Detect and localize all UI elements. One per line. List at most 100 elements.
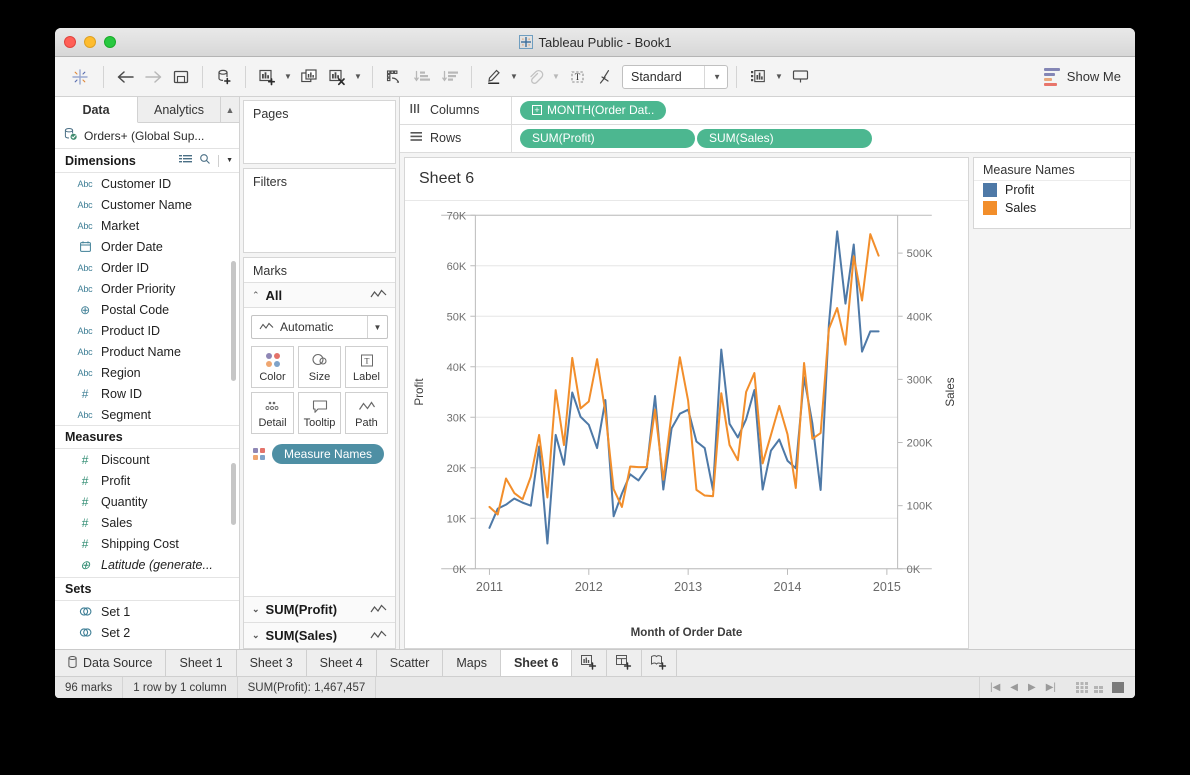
dimension-item[interactable]: AbcOrder Priority bbox=[55, 278, 239, 299]
forward-arrow-icon[interactable] bbox=[140, 64, 166, 90]
fix-axes-icon[interactable] bbox=[592, 64, 618, 90]
columns-shelf-content[interactable]: + MONTH(Order Dat.. bbox=[512, 97, 1135, 124]
nav-next-icon[interactable]: ▶ bbox=[1028, 682, 1036, 693]
search-icon[interactable] bbox=[199, 153, 211, 168]
color-button[interactable]: Color bbox=[251, 346, 294, 388]
size-button[interactable]: Size bbox=[298, 346, 341, 388]
fit-select[interactable]: Standard ▼ bbox=[622, 65, 728, 89]
new-dashboard-tab-button[interactable] bbox=[607, 650, 642, 676]
mark-type-select[interactable]: Automatic ▼ bbox=[251, 315, 388, 339]
dimension-item[interactable]: AbcCustomer ID bbox=[55, 173, 239, 194]
tab-data[interactable]: Data bbox=[55, 97, 138, 123]
chevron-down-icon[interactable]: ▼ bbox=[367, 316, 387, 338]
measure-item[interactable]: #Quantity bbox=[55, 491, 239, 512]
measure-names-pill[interactable]: Measure Names bbox=[272, 444, 384, 464]
measures-scrollbar[interactable] bbox=[231, 463, 236, 525]
swap-rows-columns-icon[interactable] bbox=[381, 64, 407, 90]
path-button[interactable]: Path bbox=[345, 392, 388, 434]
set-item[interactable]: Set 1 bbox=[55, 601, 239, 622]
datasource-row[interactable]: Orders+ (Global Sup... bbox=[55, 123, 239, 149]
chevron-down-icon[interactable]: ⌄ bbox=[252, 604, 260, 615]
pill-month-order-date[interactable]: + MONTH(Order Dat.. bbox=[520, 101, 666, 120]
group-members-icon[interactable] bbox=[522, 64, 548, 90]
back-arrow-icon[interactable] bbox=[112, 64, 138, 90]
dropdown-caret-icon[interactable]: ▼ bbox=[226, 157, 233, 164]
grid-view-icon[interactable] bbox=[179, 154, 192, 168]
pages-card[interactable]: Pages bbox=[243, 100, 396, 164]
sheet-tab-sheet-1[interactable]: Sheet 1 bbox=[166, 650, 236, 676]
measure-item[interactable]: #Discount bbox=[55, 449, 239, 470]
rows-shelf[interactable]: Rows SUM(Profit) SUM(Sales) bbox=[400, 125, 1135, 153]
group-caret-icon[interactable]: ▼ bbox=[550, 64, 562, 90]
dimension-item[interactable]: AbcRegion bbox=[55, 362, 239, 383]
new-worksheet-caret-icon[interactable]: ▼ bbox=[282, 64, 294, 90]
tooltip-button[interactable]: Tooltip bbox=[298, 392, 341, 434]
measure-item[interactable]: #Sales bbox=[55, 512, 239, 533]
close-window-button[interactable] bbox=[64, 36, 76, 48]
nav-last-icon[interactable]: ▶| bbox=[1046, 682, 1056, 693]
sets-list[interactable]: Set 1 Set 2 bbox=[55, 601, 239, 643]
new-worksheet-tab-button[interactable] bbox=[572, 650, 607, 676]
dimension-item[interactable]: AbcProduct Name bbox=[55, 341, 239, 362]
nav-first-icon[interactable]: |◀ bbox=[990, 682, 1000, 693]
marks-subcard-sales[interactable]: ⌄ SUM(Sales) bbox=[244, 622, 395, 648]
new-worksheet-icon[interactable] bbox=[254, 64, 280, 90]
sort-ascending-icon[interactable] bbox=[409, 64, 435, 90]
expand-plus-icon[interactable]: + bbox=[532, 105, 542, 115]
chart-container[interactable]: 0K10K20K30K40K50K60K70K0K100K200K300K400… bbox=[405, 201, 968, 648]
columns-shelf[interactable]: Columns + MONTH(Order Dat.. bbox=[400, 97, 1135, 125]
sheet-tab-maps[interactable]: Maps bbox=[443, 650, 501, 676]
window-controls[interactable] bbox=[55, 36, 116, 48]
show-me-button[interactable]: Show Me bbox=[1044, 68, 1125, 86]
filters-card[interactable]: Filters bbox=[243, 168, 396, 253]
dimension-item[interactable]: Order Date bbox=[55, 236, 239, 257]
measure-item[interactable]: #Shipping Cost bbox=[55, 533, 239, 554]
measure-item[interactable]: ⊕Latitude (generate... bbox=[55, 554, 239, 575]
sheet-tab-scatter[interactable]: Scatter bbox=[377, 650, 444, 676]
new-story-tab-button[interactable] bbox=[642, 650, 677, 676]
tab-analytics[interactable]: Analytics bbox=[138, 97, 221, 122]
maximize-window-button[interactable] bbox=[104, 36, 116, 48]
tab-data-source[interactable]: Data Source bbox=[55, 650, 166, 676]
nav-prev-icon[interactable]: ◀ bbox=[1010, 682, 1018, 693]
minimize-window-button[interactable] bbox=[84, 36, 96, 48]
pill-sum-sales[interactable]: SUM(Sales) bbox=[697, 129, 872, 148]
chevron-down-icon[interactable]: ⌄ bbox=[252, 630, 260, 641]
sheet-tab-sheet-6[interactable]: Sheet 6 bbox=[501, 650, 572, 676]
highlighter-icon[interactable] bbox=[480, 64, 506, 90]
set-item[interactable]: Set 2 bbox=[55, 622, 239, 643]
tableau-home-logo-icon[interactable] bbox=[65, 62, 95, 92]
dimension-item[interactable]: AbcMarket bbox=[55, 215, 239, 236]
measure-item[interactable]: #Profit bbox=[55, 470, 239, 491]
new-data-source-icon[interactable] bbox=[211, 64, 237, 90]
fit-menu-icon[interactable] bbox=[745, 64, 771, 90]
legend-item-profit[interactable]: Profit bbox=[974, 181, 1130, 199]
measures-list[interactable]: #Discount #Profit #Quantity #Sales #Ship… bbox=[55, 449, 239, 577]
clear-sheet-icon[interactable] bbox=[324, 64, 350, 90]
dimension-item[interactable]: AbcProduct ID bbox=[55, 320, 239, 341]
pane-stepper-icon[interactable]: ▲ bbox=[221, 97, 239, 122]
fit-menu-caret-icon[interactable]: ▼ bbox=[773, 64, 785, 90]
dimension-item[interactable]: ⊕Postal Code bbox=[55, 299, 239, 320]
rows-shelf-content[interactable]: SUM(Profit) SUM(Sales) bbox=[512, 125, 1135, 152]
chevron-up-icon[interactable]: ⌃ bbox=[252, 290, 260, 301]
dual-axis-line-chart[interactable]: 0K10K20K30K40K50K60K70K0K100K200K300K400… bbox=[405, 201, 968, 648]
legend-item-sales[interactable]: Sales bbox=[974, 199, 1130, 217]
presentation-mode-icon[interactable] bbox=[787, 64, 813, 90]
view-single-icon[interactable] bbox=[1112, 682, 1125, 693]
dimensions-scrollbar[interactable] bbox=[231, 261, 236, 381]
view-grid-icon[interactable] bbox=[1076, 682, 1089, 693]
highlighter-caret-icon[interactable]: ▼ bbox=[508, 64, 520, 90]
sheet-tab-sheet-3[interactable]: Sheet 3 bbox=[237, 650, 307, 676]
dimension-item[interactable]: AbcCustomer Name bbox=[55, 194, 239, 215]
sheet-tab-sheet-4[interactable]: Sheet 4 bbox=[307, 650, 377, 676]
dimension-item[interactable]: AbcSegment bbox=[55, 404, 239, 425]
clear-sheet-caret-icon[interactable]: ▼ bbox=[352, 64, 364, 90]
dimension-item[interactable]: AbcOrder ID bbox=[55, 257, 239, 278]
duplicate-sheet-icon[interactable] bbox=[296, 64, 322, 90]
marks-subcard-profit[interactable]: ⌄ SUM(Profit) bbox=[244, 596, 395, 622]
dimension-item[interactable]: #Row ID bbox=[55, 383, 239, 404]
label-button[interactable]: T Label bbox=[345, 346, 388, 388]
measure-names-legend[interactable]: Measure Names Profit Sales bbox=[973, 157, 1131, 229]
show-mark-labels-icon[interactable]: T bbox=[564, 64, 590, 90]
